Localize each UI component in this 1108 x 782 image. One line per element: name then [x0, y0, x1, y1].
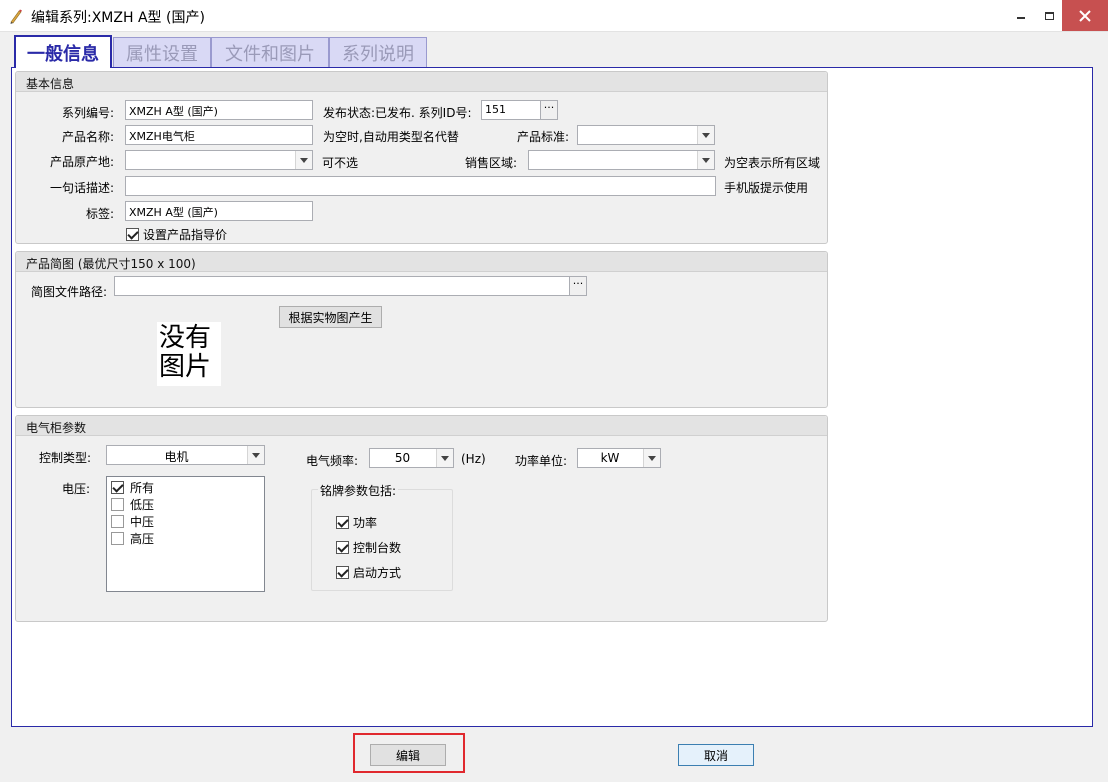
thumbnail-header: 产品简图 (最优尺寸150 x 100): [16, 252, 827, 272]
maximize-button[interactable]: [1038, 0, 1060, 31]
chevron-down-icon: [643, 449, 660, 467]
no-image-placeholder: 没有 图片: [157, 322, 221, 386]
frequency-label: 电气频率:: [306, 454, 359, 468]
sales-region-hint: 为空表示所有区域: [724, 156, 821, 170]
cabinet-params-header: 电气柜参数: [16, 416, 827, 436]
chevron-down-icon: [697, 151, 714, 169]
tags-label: 标签:: [86, 207, 115, 221]
checkbox-unchecked-icon: [111, 515, 124, 528]
tab-series-description[interactable]: 系列说明: [329, 37, 427, 68]
checkbox-checked-icon: [126, 228, 139, 241]
checkbox-checked-icon: [336, 566, 349, 579]
sales-region-select[interactable]: [528, 150, 715, 170]
origin-select[interactable]: [125, 150, 313, 170]
maximize-icon: [1044, 11, 1054, 20]
tab-general-info[interactable]: 一般信息: [14, 35, 112, 68]
chevron-down-icon: [697, 126, 714, 144]
app-pen-icon: [10, 9, 22, 24]
no-image-line2: 图片: [159, 352, 212, 382]
guide-price-checkbox[interactable]: 设置产品指导价: [126, 226, 227, 243]
cancel-button[interactable]: 取消: [678, 744, 754, 766]
nameplate-start-mode-checkbox[interactable]: 启动方式: [336, 564, 401, 581]
standard-select[interactable]: [577, 125, 715, 145]
one-line-label: 一句话描述:: [50, 181, 115, 195]
power-unit-value: kW: [600, 451, 620, 465]
voltage-item-high[interactable]: 高压: [111, 530, 264, 547]
origin-hint: 可不选: [322, 156, 359, 170]
checkbox-checked-icon: [336, 516, 349, 529]
generate-from-photo-button[interactable]: 根据实物图产生: [279, 306, 382, 328]
checkbox-checked-icon: [111, 481, 124, 494]
path-label: 简图文件路径:: [31, 285, 108, 299]
series-no-input[interactable]: XMZH A型 (国产): [125, 100, 313, 120]
no-image-line1: 没有: [159, 323, 212, 353]
checkbox-unchecked-icon: [111, 498, 124, 511]
edit-button[interactable]: 编辑: [370, 744, 446, 766]
chevron-down-icon: [436, 449, 453, 467]
voltage-item-all[interactable]: 所有: [111, 479, 264, 496]
path-browse-button[interactable]: ···: [569, 276, 587, 296]
tab-attribute-settings[interactable]: 属性设置: [113, 37, 211, 68]
product-name-label: 产品名称:: [62, 130, 115, 144]
title-bar: 编辑系列:XMZH A型 (国产): [0, 0, 1108, 32]
series-no-label: 系列编号:: [62, 106, 115, 120]
checkbox-unchecked-icon: [111, 532, 124, 545]
list-item-label: 中压: [130, 515, 155, 529]
chevron-down-icon: [247, 446, 264, 464]
guide-price-label: 设置产品指导价: [143, 228, 228, 242]
nameplate-legend: 铭牌参数包括:: [318, 482, 399, 499]
list-item-label: 所有: [130, 481, 155, 495]
nameplate-power-checkbox[interactable]: 功率: [336, 514, 377, 531]
window-title: 编辑系列:XMZH A型 (国产): [31, 10, 205, 26]
nameplate-power-label: 功率: [353, 516, 378, 530]
tags-input[interactable]: XMZH A型 (国产): [125, 201, 313, 221]
series-id-browse-button[interactable]: ···: [540, 100, 558, 120]
close-button[interactable]: [1062, 0, 1108, 31]
list-item-label: 低压: [130, 498, 155, 512]
control-type-label: 控制类型:: [39, 451, 92, 465]
close-icon: [1079, 9, 1091, 22]
origin-label: 产品原产地:: [50, 155, 115, 169]
frequency-select[interactable]: 50: [369, 448, 454, 468]
power-unit-label: 功率单位:: [515, 454, 568, 468]
nameplate-console-count-label: 控制台数: [353, 541, 402, 555]
power-unit-select[interactable]: kW: [577, 448, 661, 468]
control-type-value: 电机: [164, 450, 189, 464]
product-name-hint: 为空时,自动用类型名代替: [323, 130, 459, 144]
control-type-select[interactable]: 电机: [106, 445, 265, 465]
voltage-item-low[interactable]: 低压: [111, 496, 264, 513]
voltage-item-medium[interactable]: 中压: [111, 513, 264, 530]
basic-info-header: 基本信息: [16, 72, 827, 92]
series-id-input[interactable]: 151: [481, 100, 541, 120]
minimize-icon: [1017, 16, 1025, 19]
frequency-unit: (Hz): [461, 452, 486, 466]
list-item-label: 高压: [130, 532, 155, 546]
sales-region-label: 销售区域:: [465, 156, 518, 170]
voltage-label: 电压:: [62, 482, 91, 496]
tab-files-images[interactable]: 文件和图片: [211, 37, 329, 68]
one-line-hint: 手机版提示使用: [724, 181, 809, 195]
checkbox-checked-icon: [336, 541, 349, 554]
publish-status-text: 发布状态:已发布. 系列ID号:: [323, 106, 472, 120]
frequency-value: 50: [394, 451, 411, 465]
nameplate-start-mode-label: 启动方式: [353, 566, 402, 580]
one-line-input[interactable]: [125, 176, 716, 196]
path-input[interactable]: [114, 276, 570, 296]
voltage-checklist[interactable]: 所有 低压 中压 高压: [106, 476, 265, 592]
thumbnail-group: 产品简图 (最优尺寸150 x 100): [15, 251, 828, 408]
chevron-down-icon: [295, 151, 312, 169]
nameplate-console-count-checkbox[interactable]: 控制台数: [336, 539, 401, 556]
standard-label: 产品标准:: [517, 130, 570, 144]
product-name-input[interactable]: XMZH电气柜: [125, 125, 313, 145]
minimize-button[interactable]: [1004, 0, 1038, 31]
